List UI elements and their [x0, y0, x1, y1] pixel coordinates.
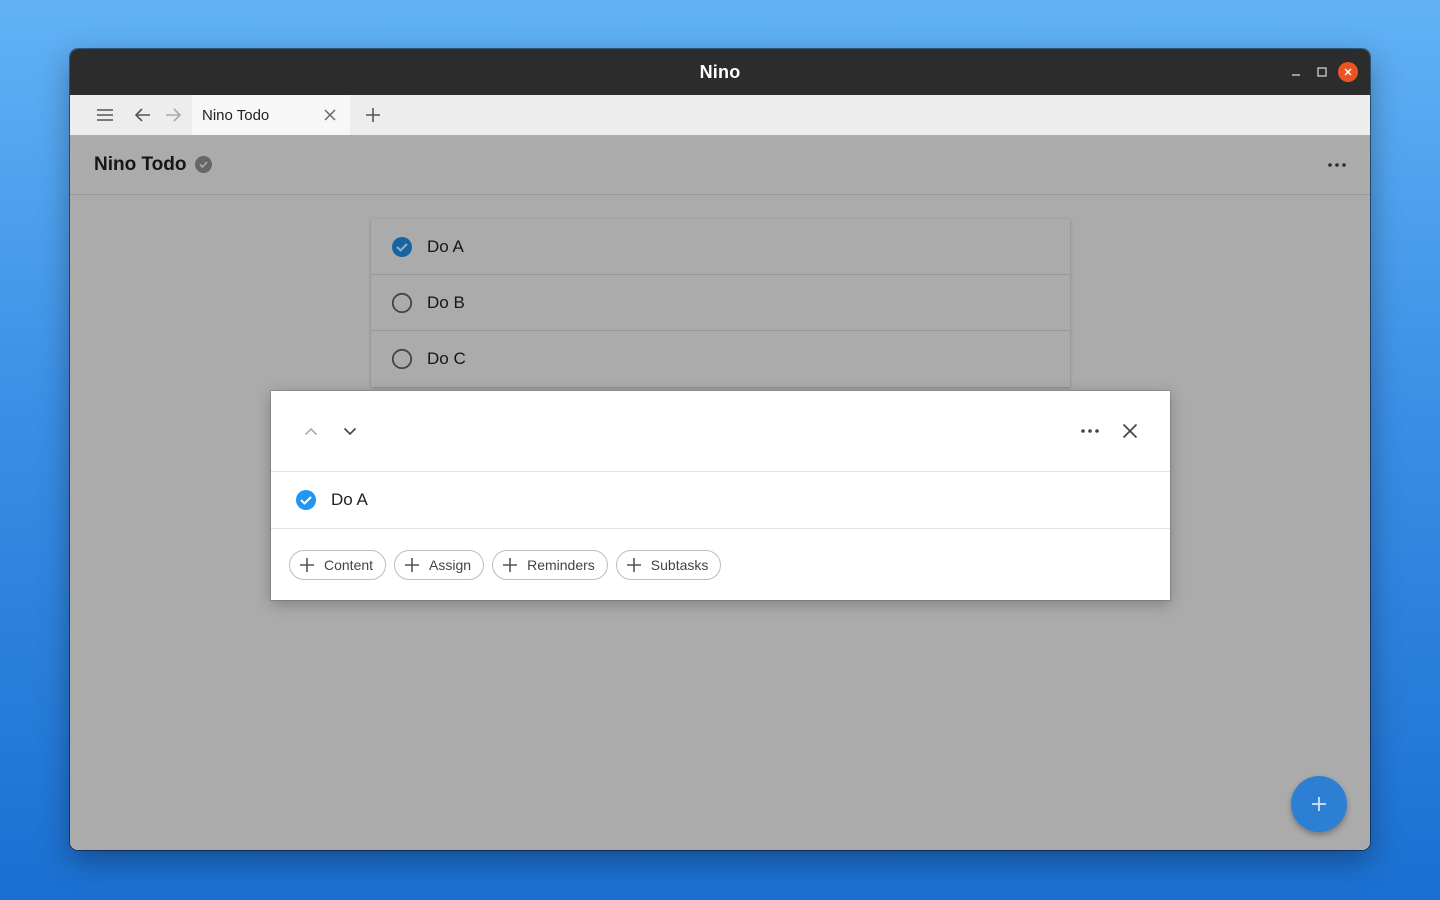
assign-button[interactable]: Assign — [394, 550, 485, 580]
close-window-button[interactable] — [1338, 62, 1358, 82]
chevron-down-icon — [343, 427, 357, 435]
checked-checkbox-icon[interactable] — [295, 489, 317, 511]
arrow-right-icon — [166, 108, 181, 122]
close-icon — [324, 109, 336, 121]
plus-icon — [501, 556, 519, 574]
chevron-up-icon — [304, 427, 318, 435]
dialog-toolbar — [271, 391, 1170, 472]
plus-icon — [1312, 797, 1326, 811]
minimize-button[interactable] — [1286, 62, 1306, 82]
close-dialog-button[interactable] — [1115, 416, 1145, 446]
window-title: Nino — [699, 61, 741, 82]
task-detail-dialog: Do A Content Assign Reminders Subtasks — [271, 391, 1170, 600]
dialog-task-title[interactable]: Do A — [331, 490, 368, 510]
chip-label: Content — [324, 557, 374, 573]
close-icon — [1122, 423, 1138, 439]
chip-label: Subtasks — [650, 557, 709, 573]
chip-label: Assign — [429, 557, 472, 573]
add-content-button[interactable]: Content — [289, 550, 387, 580]
dialog-actions: Content Assign Reminders Subtasks — [271, 529, 1170, 601]
previous-task-button[interactable] — [296, 416, 326, 446]
close-tab-button[interactable] — [320, 105, 340, 125]
maximize-button[interactable] — [1312, 62, 1332, 82]
add-reminders-button[interactable]: Reminders — [492, 550, 608, 580]
add-task-button[interactable] — [1291, 776, 1347, 832]
more-horizontal-icon — [1081, 429, 1099, 433]
plus-icon — [298, 556, 316, 574]
tab-nino-todo[interactable]: Nino Todo — [192, 95, 350, 135]
forward-button[interactable] — [158, 100, 188, 130]
next-task-button[interactable] — [335, 416, 365, 446]
tab-title: Nino Todo — [202, 106, 270, 124]
dialog-more-button[interactable] — [1075, 416, 1105, 446]
plus-icon — [366, 108, 380, 122]
close-icon — [1344, 68, 1352, 76]
dialog-task-row: Do A — [271, 472, 1170, 529]
plus-icon — [625, 556, 643, 574]
new-tab-button[interactable] — [358, 100, 388, 130]
window-controls — [1286, 62, 1358, 82]
minimize-icon — [1292, 74, 1300, 76]
chip-label: Reminders — [527, 557, 595, 573]
menu-button[interactable] — [90, 100, 120, 130]
tab-bar: Nino Todo — [70, 95, 1370, 136]
hamburger-icon — [97, 109, 113, 121]
add-subtasks-button[interactable]: Subtasks — [615, 550, 722, 580]
arrow-left-icon — [135, 108, 150, 122]
maximize-icon — [1317, 67, 1327, 77]
title-bar: Nino — [70, 49, 1370, 95]
plus-icon — [403, 556, 421, 574]
back-button[interactable] — [128, 100, 158, 130]
